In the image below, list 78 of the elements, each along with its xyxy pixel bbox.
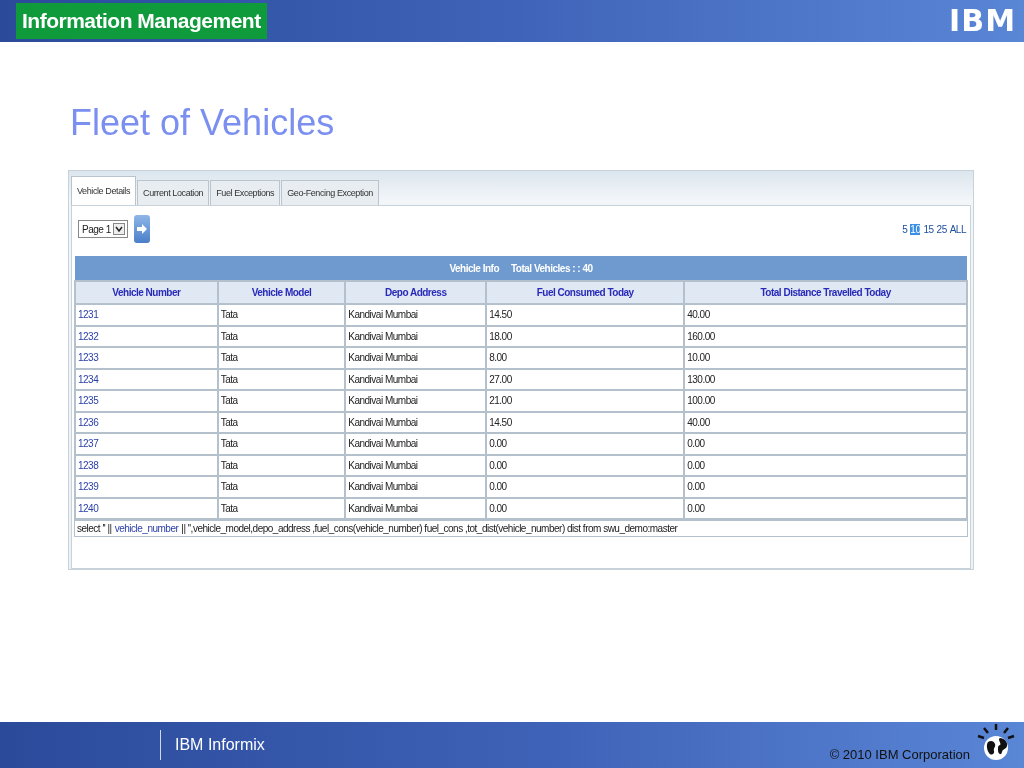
column-header[interactable]: Fuel Consumed Today <box>486 281 685 304</box>
table-cell: Kandivai Mumbai <box>345 390 487 412</box>
table-cell: Kandivai Mumbai <box>345 411 487 433</box>
caption-text: Vehicle Info <box>449 262 499 274</box>
table-cell: Tata <box>217 497 346 519</box>
vehicle-link[interactable]: 1231 <box>75 304 218 326</box>
table-cell: 0.00 <box>684 497 967 519</box>
vehicle-link[interactable]: 1233 <box>75 347 218 369</box>
caret-icon <box>112 223 125 235</box>
tab[interactable]: Geo-Fencing Exception <box>281 180 379 205</box>
tab[interactable]: Fuel Exceptions <box>210 180 281 205</box>
table-cell: 160.00 <box>684 325 967 347</box>
table-cell: Kandivai Mumbai <box>345 347 487 369</box>
tab[interactable]: Current Location <box>137 180 210 205</box>
table-cell: Kandivai Mumbai <box>345 433 487 455</box>
logo: IBM <box>949 5 1016 37</box>
slide-title: Fleet of Vehicles <box>70 102 336 145</box>
table-cell: Tata <box>217 476 346 498</box>
page-size-link[interactable]: ALL <box>949 223 966 235</box>
sql-text: || '',vehicle_model,depo_address ,fuel_cons(vehicle_number) fuel_cons ,tot_dist(vehicle_number) dist from swu_demo:master <box>181 523 678 534</box>
table-cell: Tata <box>217 454 346 476</box>
copyright: © 2010 IBM Corporation <box>829 747 970 762</box>
globe-icon <box>976 722 1016 762</box>
column-header[interactable]: Depo Address <box>345 281 487 304</box>
header-title: Information Management <box>16 3 267 39</box>
table-cell: 0.00 <box>486 497 685 519</box>
vehicle-link[interactable]: 1237 <box>75 433 218 455</box>
page-select[interactable]: Page 1 <box>78 220 128 238</box>
tab[interactable]: Vehicle Details <box>71 176 137 205</box>
table-cell: 0.00 <box>684 433 967 455</box>
table-cell: Tata <box>217 411 346 433</box>
table-cell: Tata <box>217 433 346 455</box>
table-cell: 0.00 <box>684 454 967 476</box>
vehicle-link[interactable]: 1238 <box>75 454 218 476</box>
page-size-link[interactable]: 15 <box>923 223 934 235</box>
table-cell: 8.00 <box>486 347 685 369</box>
table-cell: 0.00 <box>486 433 685 455</box>
column-header[interactable]: Vehicle Number <box>75 281 218 304</box>
table-cell: Tata <box>217 325 346 347</box>
go-button[interactable] <box>133 215 150 243</box>
vehicle-link[interactable]: 1235 <box>75 390 218 412</box>
table-cell: 0.00 <box>486 454 685 476</box>
table-cell: 14.50 <box>486 304 685 326</box>
table-cell: 14.50 <box>486 411 685 433</box>
table-cell: 0.00 <box>486 476 685 498</box>
table-cell: 100.00 <box>684 390 967 412</box>
table-cell: 40.00 <box>684 304 967 326</box>
vehicle-link[interactable]: 1239 <box>75 476 218 498</box>
table-cell: 40.00 <box>684 411 967 433</box>
table-cell: Tata <box>217 390 346 412</box>
product-name: IBM Informix <box>160 730 265 760</box>
table-cell: 18.00 <box>486 325 685 347</box>
vehicle-link[interactable]: 1240 <box>75 497 218 519</box>
total-text: Total Vehicles : : 40 <box>511 262 593 274</box>
arrow-icon <box>135 223 148 235</box>
table-cell: 10.00 <box>684 347 967 369</box>
table-cell: Kandivai Mumbai <box>345 476 487 498</box>
vehicle-link[interactable]: 1236 <box>75 411 218 433</box>
table-cell: Kandivai Mumbai <box>345 304 487 326</box>
page-size-link[interactable]: 5 <box>902 223 908 235</box>
column-header[interactable]: Total Distance Travelled Today <box>684 281 967 304</box>
table-cell: 21.00 <box>486 390 685 412</box>
page-size-link[interactable]: 25 <box>936 223 947 235</box>
table-cell: Kandivai Mumbai <box>345 368 487 390</box>
table-cell: Kandivai Mumbai <box>345 497 487 519</box>
table-cell: Tata <box>217 304 346 326</box>
sql-link[interactable]: vehicle_number <box>114 523 179 534</box>
table-cell: 27.00 <box>486 368 685 390</box>
table-cell: 0.00 <box>684 476 967 498</box>
vehicle-link[interactable]: 1232 <box>75 325 218 347</box>
table-cell: Kandivai Mumbai <box>345 325 487 347</box>
table-cell: 130.00 <box>684 368 967 390</box>
sql-text: select '' || <box>77 523 112 534</box>
vehicle-link[interactable]: 1234 <box>75 368 218 390</box>
table-cell: Tata <box>217 368 346 390</box>
table-cell: Kandivai Mumbai <box>345 454 487 476</box>
table-cell: Tata <box>217 347 346 369</box>
column-header[interactable]: Vehicle Model <box>217 281 346 304</box>
